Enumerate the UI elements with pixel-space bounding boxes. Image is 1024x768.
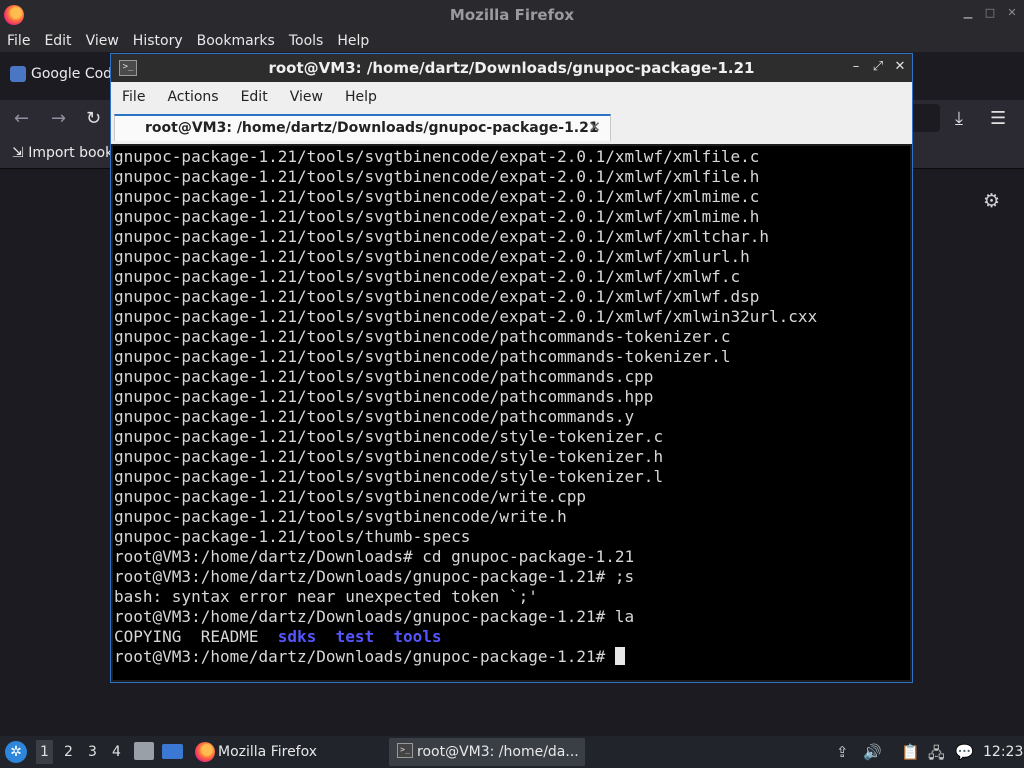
terminal-text: gnupoc-package-1.21/tools/svgtbinencode/… <box>114 147 817 667</box>
terminal-line: gnupoc-package-1.21/tools/svgtbinencode/… <box>114 247 750 266</box>
maximize-icon[interactable]: ⤢ <box>870 58 886 76</box>
reload-icon[interactable]: ↻ <box>86 108 101 129</box>
site-favicon-icon <box>10 66 26 82</box>
terminal-tabbar: root@VM3: /home/dartz/Downloads/gnupoc-p… <box>111 112 912 144</box>
taskbar-firefox-label[interactable]: Mozilla Firefox <box>218 744 317 760</box>
ff-menu-help[interactable]: Help <box>330 30 376 52</box>
terminal-line: gnupoc-package-1.21/tools/svgtbinencode/… <box>114 187 760 206</box>
download-icon[interactable]: ⤓ <box>955 108 963 129</box>
clipboard-icon[interactable]: 📋 <box>901 743 920 761</box>
terminal-line: gnupoc-package-1.21/tools/svgtbinencode/… <box>114 427 664 446</box>
import-bookmarks-button[interactable]: ⇲ Import book <box>12 145 113 161</box>
terminal-line: gnupoc-package-1.21/tools/svgtbinencode/… <box>114 207 760 226</box>
terminal-menubar: File Actions Edit View Help <box>111 82 912 112</box>
terminal-line: root@VM3:/home/dartz/Downloads/gnupoc-pa… <box>114 607 635 626</box>
ls-file: COPYING <box>114 627 182 646</box>
volume-icon[interactable]: 🔊 <box>863 743 882 761</box>
file-manager-icon[interactable] <box>134 742 154 760</box>
ls-dir: tools <box>393 627 442 646</box>
show-desktop-icon[interactable] <box>162 744 183 759</box>
forward-icon[interactable]: → <box>51 108 66 129</box>
menu-icon[interactable]: ☰ <box>990 108 1006 129</box>
workspace-1[interactable]: 1 <box>36 740 53 764</box>
workspace-4[interactable]: 4 <box>112 744 121 760</box>
ff-menu-edit[interactable]: Edit <box>37 30 78 52</box>
text-cursor <box>614 647 625 665</box>
close-icon[interactable]: ✕ <box>892 58 908 76</box>
minimize-icon[interactable]: – <box>848 58 864 76</box>
firefox-window-title: Mozilla Firefox <box>449 6 575 24</box>
terminal-window: >_ root@VM3: /home/dartz/Downloads/gnupo… <box>110 53 913 683</box>
ls-file: README <box>200 627 259 646</box>
ls-dir: sdks <box>277 627 317 646</box>
close-tab-icon[interactable]: ✕ <box>588 118 601 136</box>
back-icon[interactable]: ← <box>14 108 29 129</box>
network-icon[interactable]: 🖧 <box>928 743 945 768</box>
terminal-output[interactable]: gnupoc-package-1.21/tools/svgtbinencode/… <box>113 146 910 680</box>
terminal-line: gnupoc-package-1.21/tools/svgtbinencode/… <box>114 267 741 286</box>
terminal-line: root@VM3:/home/dartz/Downloads# cd gnupo… <box>114 547 635 566</box>
terminal-line: gnupoc-package-1.21/tools/svgtbinencode/… <box>114 367 654 386</box>
term-menu-actions[interactable]: Actions <box>156 82 229 112</box>
terminal-line: gnupoc-package-1.21/tools/svgtbinencode/… <box>114 507 567 526</box>
terminal-line: gnupoc-package-1.21/tools/svgtbinencode/… <box>114 227 770 246</box>
firefox-window-controls: ▁ □ ✕ <box>960 4 1020 22</box>
workspace-2[interactable]: 2 <box>64 744 73 760</box>
terminal-line: bash: syntax error near unexpected token… <box>114 587 538 606</box>
firefox-tab-label: Google Cod <box>31 66 113 82</box>
terminal-line: gnupoc-package-1.21/tools/svgtbinencode/… <box>114 287 760 306</box>
start-menu-icon[interactable]: ✲ <box>5 741 27 763</box>
terminal-line: gnupoc-package-1.21/tools/svgtbinencode/… <box>114 387 654 406</box>
firefox-taskbar-icon[interactable] <box>195 742 215 762</box>
maximize-icon[interactable]: □ <box>982 4 998 22</box>
terminal-line: gnupoc-package-1.21/tools/svgtbinencode/… <box>114 467 664 486</box>
taskbar-terminal-label[interactable]: root@VM3: /home/da... <box>417 744 579 760</box>
ff-menu-view[interactable]: View <box>79 30 126 52</box>
firefox-tab[interactable]: Google Cod <box>10 66 112 82</box>
terminal-window-title: root@VM3: /home/dartz/Downloads/gnupoc-p… <box>268 59 755 77</box>
terminal-taskbar-icon: >_ <box>397 743 413 758</box>
ls-dir: test <box>335 627 375 646</box>
ff-menu-tools[interactable]: Tools <box>282 30 331 52</box>
clock[interactable]: 12:23 <box>983 744 1023 760</box>
term-menu-file[interactable]: File <box>111 82 156 112</box>
terminal-tab[interactable]: root@VM3: /home/dartz/Downloads/gnupoc-p… <box>114 114 611 141</box>
ff-menu-file[interactable]: File <box>0 30 37 52</box>
term-menu-edit[interactable]: Edit <box>230 82 279 112</box>
terminal-line: gnupoc-package-1.21/tools/svgtbinencode/… <box>114 167 760 186</box>
terminal-line: gnupoc-package-1.21/tools/svgtbinencode/… <box>114 327 731 346</box>
terminal-line: gnupoc-package-1.21/tools/svgtbinencode/… <box>114 447 664 466</box>
terminal-prompt: root@VM3:/home/dartz/Downloads/gnupoc-pa… <box>114 647 615 666</box>
terminal-line: gnupoc-package-1.21/tools/svgtbinencode/… <box>114 347 731 366</box>
terminal-line: gnupoc-package-1.21/tools/svgtbinencode/… <box>114 487 587 506</box>
term-menu-view[interactable]: View <box>279 82 334 112</box>
terminal-titlebar[interactable]: >_ root@VM3: /home/dartz/Downloads/gnupo… <box>111 54 912 82</box>
gear-icon[interactable]: ⚙ <box>983 190 1000 212</box>
term-menu-help[interactable]: Help <box>334 82 388 112</box>
terminal-window-controls: – ⤢ ✕ <box>848 58 908 76</box>
firefox-menubar: File Edit View History Bookmarks Tools H… <box>0 30 1024 52</box>
ff-menu-history[interactable]: History <box>126 30 190 52</box>
terminal-line: gnupoc-package-1.21/tools/svgtbinencode/… <box>114 147 760 166</box>
import-bookmarks-label: Import book <box>28 145 114 161</box>
notification-icon[interactable]: 💬 <box>955 743 974 761</box>
close-icon[interactable]: ✕ <box>1004 4 1020 22</box>
ff-menu-bookmarks[interactable]: Bookmarks <box>190 30 282 52</box>
upload-icon[interactable]: ⇪ <box>836 743 849 761</box>
terminal-line: gnupoc-package-1.21/tools/svgtbinencode/… <box>114 307 818 326</box>
terminal-tab-label: root@VM3: /home/dartz/Downloads/gnupoc-p… <box>145 120 599 136</box>
terminal-line: gnupoc-package-1.21/tools/svgtbinencode/… <box>114 407 635 426</box>
workspace-3[interactable]: 3 <box>88 744 97 760</box>
terminal-line: root@VM3:/home/dartz/Downloads/gnupoc-pa… <box>114 567 635 586</box>
terminal-line: gnupoc-package-1.21/tools/thumb-specs <box>114 527 471 546</box>
minimize-icon[interactable]: ▁ <box>960 4 976 22</box>
